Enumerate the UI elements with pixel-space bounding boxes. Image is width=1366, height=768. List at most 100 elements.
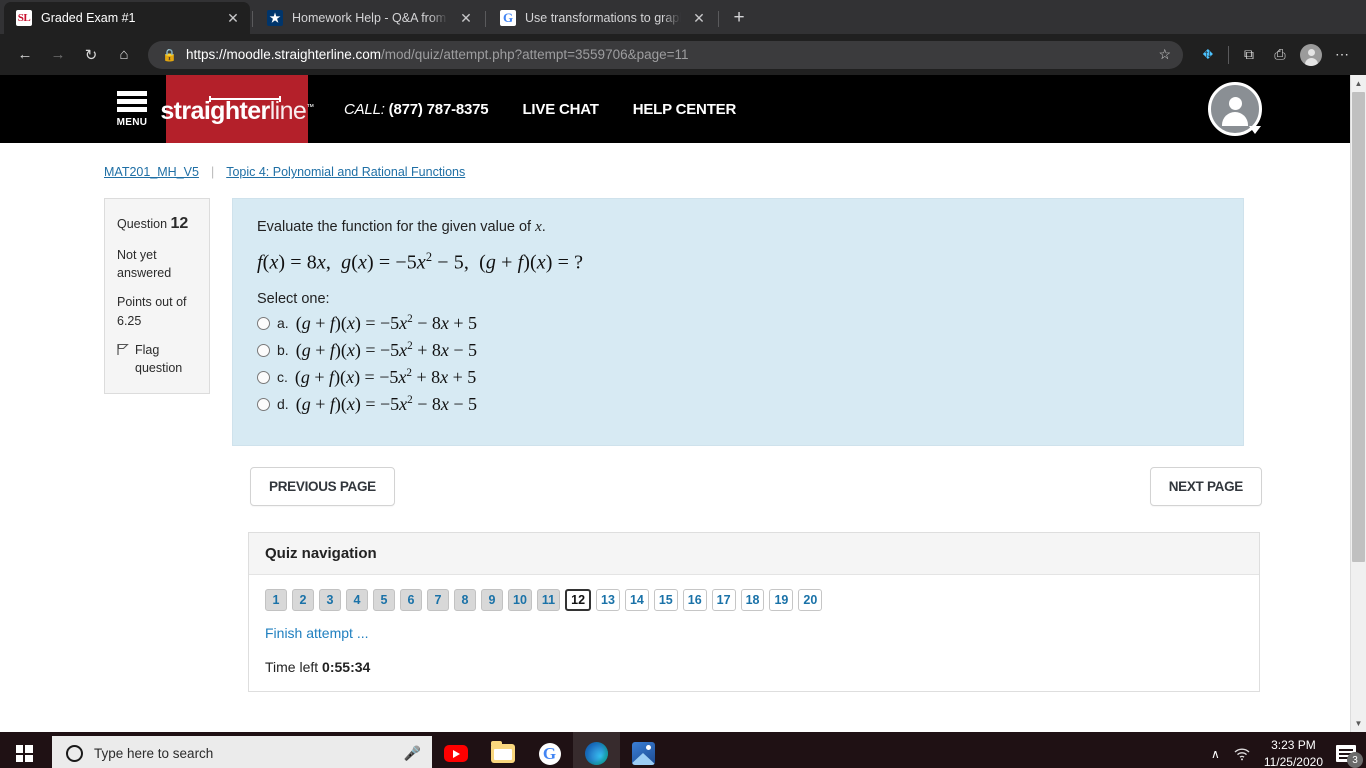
scroll-up-arrow-icon[interactable]: ▲ bbox=[1351, 75, 1366, 92]
scroll-down-arrow-icon[interactable]: ▼ bbox=[1351, 715, 1366, 732]
reload-icon[interactable]: ↻ bbox=[76, 40, 106, 70]
straighterline-logo[interactable]: straighterline™ bbox=[160, 75, 314, 143]
answer-option-c[interactable]: c. (g + f)(x) = −5x2 + 8x + 5 bbox=[257, 367, 1219, 388]
quiz-nav-question-15[interactable]: 15 bbox=[653, 588, 678, 611]
profile-avatar-icon[interactable] bbox=[1297, 41, 1325, 69]
windows-taskbar: Type here to search 🎤 G ∧ 3:23 PM 11/25/… bbox=[0, 732, 1366, 768]
lock-icon: 🔒 bbox=[162, 47, 177, 62]
quiz-nav-question-1[interactable]: 1 bbox=[265, 588, 287, 611]
home-icon[interactable]: ⌂ bbox=[109, 40, 139, 70]
radio-button-d[interactable] bbox=[257, 397, 270, 411]
option-letter-b: b. bbox=[277, 342, 289, 359]
quiz-nav-question-9[interactable]: 9 bbox=[481, 588, 503, 611]
taskbar-app-photos[interactable] bbox=[620, 732, 667, 768]
live-chat-link[interactable]: LIVE CHAT bbox=[522, 101, 598, 118]
radio-button-b[interactable] bbox=[257, 343, 270, 357]
option-letter-a: a. bbox=[277, 315, 289, 332]
radio-button-c[interactable] bbox=[257, 370, 270, 384]
notification-center-icon[interactable]: 3 bbox=[1336, 745, 1363, 768]
back-icon[interactable]: ← bbox=[10, 40, 40, 70]
forward-icon[interactable]: → bbox=[43, 40, 73, 70]
menu-button[interactable]: MENU bbox=[98, 75, 166, 143]
youtube-icon bbox=[443, 745, 468, 762]
answer-option-a[interactable]: a. (g + f)(x) = −5x2 − 8x + 5 bbox=[257, 313, 1219, 334]
quiz-navigation-panel: Quiz navigation 1 2 3 4 5 6 7 8 9 10 11 12 13 14 15 16 1… bbox=[248, 531, 1260, 692]
show-hidden-icons-icon[interactable]: ∧ bbox=[1211, 747, 1220, 761]
quiz-nav-question-14[interactable]: 14 bbox=[624, 588, 649, 611]
collections-icon[interactable]: ⧉ bbox=[1235, 41, 1263, 69]
quiz-nav-question-10[interactable]: 10 bbox=[508, 588, 532, 611]
microsoft-edge-icon bbox=[585, 742, 608, 765]
finish-attempt-link[interactable]: Finish attempt ... bbox=[265, 625, 1243, 641]
new-tab-button[interactable]: + bbox=[725, 4, 753, 32]
help-center-link[interactable]: HELP CENTER bbox=[633, 101, 737, 118]
wifi-icon[interactable] bbox=[1233, 747, 1251, 761]
previous-page-button[interactable]: PREVIOUS PAGE bbox=[250, 466, 395, 506]
taskbar-time: 3:23 PM bbox=[1271, 738, 1316, 753]
next-page-button[interactable]: NEXT PAGE bbox=[1149, 466, 1262, 506]
taskbar-app-chrome[interactable]: G bbox=[526, 732, 573, 768]
address-bar[interactable]: 🔒 https://moodle.straighterline.com/mod/… bbox=[148, 40, 1183, 69]
straighterline-favicon: SL bbox=[16, 10, 32, 26]
browser-tab-2[interactable]: ★ Homework Help - Q&A from Onl ✕ bbox=[255, 2, 483, 34]
breadcrumb-topic-link[interactable]: Topic 4: Polynomial and Rational Functio… bbox=[226, 165, 465, 179]
browser-tab-title: Use transformations to graph the bbox=[525, 11, 681, 25]
user-avatar[interactable] bbox=[1208, 82, 1262, 136]
breadcrumb-course-link[interactable]: MAT201_MH_V5 bbox=[104, 165, 199, 179]
google-chrome-icon: G bbox=[538, 742, 561, 765]
page-content: MENU straighterline™ CALL: (877) 787-837… bbox=[0, 75, 1350, 692]
hamburger-icon-bar bbox=[117, 98, 147, 104]
quiz-nav-question-11[interactable]: 11 bbox=[536, 588, 561, 611]
time-left-label: Time left bbox=[265, 658, 323, 675]
taskbar-app-edge[interactable] bbox=[573, 732, 620, 768]
close-tab-icon[interactable]: ✕ bbox=[457, 9, 475, 27]
option-text-c: (g + f)(x) = −5x2 + 8x + 5 bbox=[294, 366, 477, 387]
share-icon[interactable]: ⎙ bbox=[1266, 41, 1294, 69]
quiz-nav-question-8[interactable]: 8 bbox=[454, 588, 476, 611]
page-scrollbar[interactable]: ▲ ▼ bbox=[1350, 75, 1366, 732]
more-options-icon[interactable]: ⋯ bbox=[1328, 41, 1356, 69]
taskbar-search-box[interactable]: Type here to search 🎤 bbox=[52, 736, 432, 768]
phone-number: (877) 787-8375 bbox=[388, 100, 489, 118]
radio-button-a[interactable] bbox=[257, 316, 270, 330]
quiz-nav-question-19[interactable]: 19 bbox=[769, 588, 794, 611]
quiz-nav-question-6[interactable]: 6 bbox=[400, 588, 422, 611]
url-domain: https://moodle.straighterline.com bbox=[185, 47, 382, 62]
close-tab-icon[interactable]: ✕ bbox=[224, 9, 242, 27]
browser-essentials-icon[interactable]: ⛖ bbox=[1194, 41, 1222, 69]
quiz-nav-question-3[interactable]: 3 bbox=[319, 588, 341, 611]
option-text-d: (g + f)(x) = −5x2 − 8x − 5 bbox=[295, 393, 478, 414]
browser-tab-3[interactable]: G Use transformations to graph the ✕ bbox=[488, 2, 716, 34]
quiz-nav-question-2[interactable]: 2 bbox=[292, 588, 314, 611]
quiz-nav-question-18[interactable]: 18 bbox=[740, 588, 765, 611]
question-row: Question 12 Not yet answered Points out … bbox=[0, 179, 1350, 446]
call-phone-link[interactable]: CALL: (877) 787-8375 bbox=[344, 100, 489, 118]
quiz-navigation-body: 1 2 3 4 5 6 7 8 9 10 11 12 13 14 15 16 17 18 19 20 Finish a… bbox=[249, 575, 1259, 691]
start-button[interactable] bbox=[0, 732, 48, 768]
quiz-nav-question-20[interactable]: 20 bbox=[798, 588, 823, 611]
taskbar-app-file-explorer[interactable] bbox=[479, 732, 526, 768]
quiz-nav-question-5[interactable]: 5 bbox=[373, 588, 395, 611]
answer-option-b[interactable]: b. (g + f)(x) = −5x2 + 8x − 5 bbox=[257, 340, 1219, 361]
quiz-nav-question-7[interactable]: 7 bbox=[427, 588, 449, 611]
hamburger-icon-bar bbox=[117, 106, 147, 112]
quiz-nav-question-4[interactable]: 4 bbox=[346, 588, 368, 611]
google-favicon: G bbox=[500, 10, 516, 26]
scrollbar-thumb[interactable] bbox=[1352, 92, 1365, 562]
favorite-star-icon[interactable]: ☆ bbox=[1158, 46, 1177, 63]
answer-option-d[interactable]: d. (g + f)(x) = −5x2 − 8x − 5 bbox=[257, 394, 1219, 415]
quiz-nav-question-16[interactable]: 16 bbox=[682, 588, 707, 611]
taskbar-clock[interactable]: 3:23 PM 11/25/2020 bbox=[1264, 737, 1323, 768]
url-path: /mod/quiz/attempt.php?attempt=3559706&pa… bbox=[381, 47, 689, 62]
url-text: https://moodle.straighterline.com/mod/qu… bbox=[186, 47, 1149, 62]
flag-question-button[interactable]: Flag question bbox=[117, 341, 197, 377]
header-links: CALL: (877) 787-8375 LIVE CHAT HELP CENT… bbox=[308, 75, 736, 143]
cortana-circle-icon bbox=[66, 745, 83, 762]
microphone-icon[interactable]: 🎤 bbox=[404, 745, 421, 762]
quiz-nav-question-17[interactable]: 17 bbox=[711, 588, 736, 611]
taskbar-app-youtube[interactable] bbox=[432, 732, 479, 768]
close-tab-icon[interactable]: ✕ bbox=[690, 9, 708, 27]
browser-tab-1[interactable]: SL Graded Exam #1 ✕ bbox=[4, 2, 250, 34]
quiz-nav-question-13[interactable]: 13 bbox=[596, 588, 620, 611]
quiz-nav-question-12[interactable]: 12 bbox=[565, 588, 592, 611]
